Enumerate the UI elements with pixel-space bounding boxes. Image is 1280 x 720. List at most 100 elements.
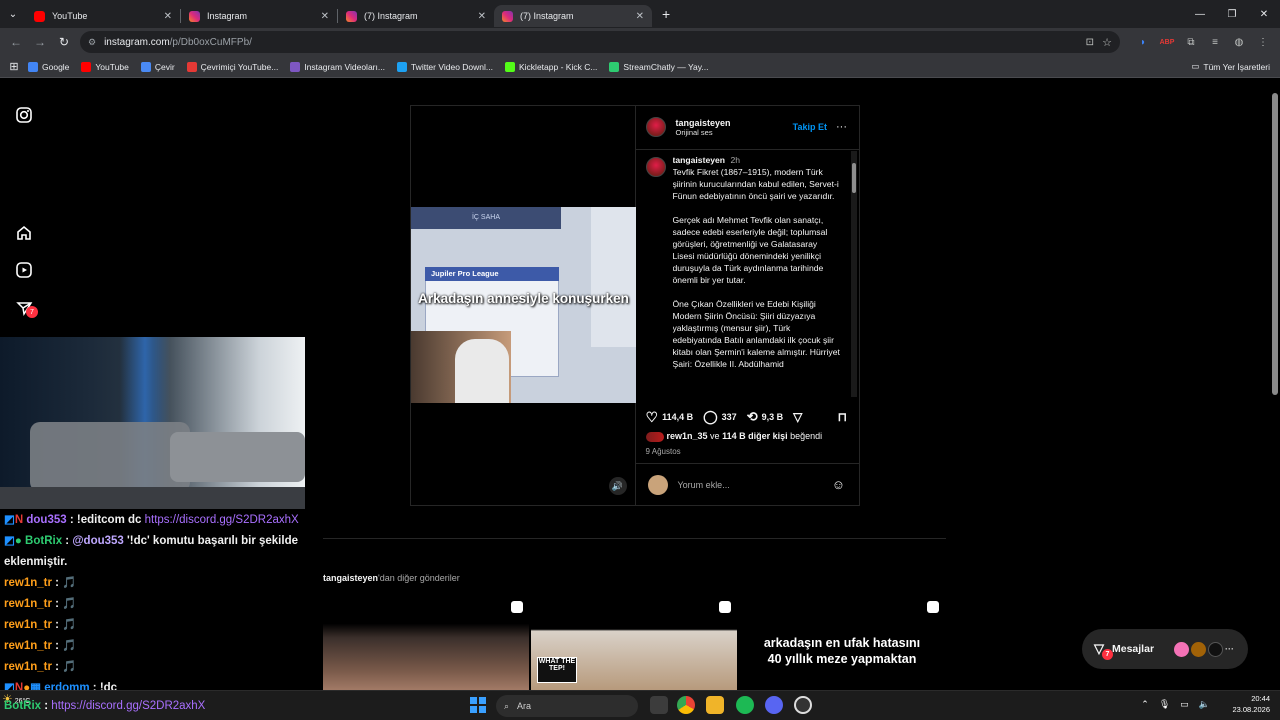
instagram-logo-icon[interactable] (15, 106, 33, 124)
spotify-icon[interactable] (736, 696, 754, 714)
bookmark-item[interactable]: Çevrimiçi YouTube... (186, 61, 278, 72)
close-tab-icon[interactable]: ✕ (636, 11, 644, 22)
chat-username[interactable]: rew1n_tr (4, 619, 52, 631)
chat-username[interactable]: rew1n_tr (4, 598, 52, 610)
all-bookmarks[interactable]: ▭ Tüm Yer İşaretleri (1191, 61, 1270, 72)
more-post-thumb[interactable] (323, 595, 529, 690)
home-icon[interactable] (15, 224, 33, 242)
bookmark-item[interactable]: Twitter Video Downl... (396, 61, 493, 72)
user-avatar[interactable] (645, 117, 666, 137)
post-video[interactable]: İÇ SAHA Jupiler Pro League Arkadaşın ann… (411, 106, 636, 505)
chat-username[interactable]: rew1n_tr (4, 577, 52, 589)
chat-username[interactable]: dou353 (26, 514, 66, 526)
task-view-icon[interactable] (650, 696, 668, 714)
back-icon[interactable]: ← (4, 35, 28, 49)
bookmark-item[interactable]: Google (28, 61, 70, 72)
media-icon[interactable]: ≡ (1206, 33, 1224, 51)
tab-instagram[interactable]: Instagram ✕ (181, 5, 337, 27)
youtube-icon (34, 10, 45, 22)
new-tab-button[interactable]: + (662, 6, 670, 22)
reload-icon[interactable]: ↻ (52, 35, 76, 49)
extension-icon[interactable]: ◗ (1134, 33, 1152, 51)
messages-badge: 7 (1102, 649, 1113, 660)
chrome-icon[interactable] (677, 696, 695, 714)
forward-icon[interactable]: → (28, 35, 52, 49)
bookmark-item[interactable]: YouTube (81, 61, 129, 72)
more-posts-user[interactable]: tangaisteyen (323, 573, 378, 583)
clock[interactable]: 20:44 23.08.2026 (1232, 693, 1270, 715)
taskbar-search[interactable]: ⌕ Ara (496, 695, 638, 717)
emoji-icon[interactable]: ☺ (832, 477, 845, 492)
extensions-icon[interactable]: ⧉ (1182, 33, 1200, 51)
follow-button[interactable]: Takip Et (793, 122, 827, 132)
bookmark-item[interactable]: Kickletapp - Kick C... (505, 61, 597, 72)
chat-sep: : (51, 661, 63, 673)
reels-icon[interactable] (15, 261, 33, 279)
tab-instagram-2[interactable]: (7) Instagram ✕ (338, 5, 494, 27)
more-options-icon[interactable]: ··· (836, 121, 847, 133)
chat-username[interactable]: rew1n_tr (4, 640, 52, 652)
close-window-icon[interactable]: ✕ (1248, 0, 1280, 28)
liked-by-user[interactable]: rew1n_35 (667, 431, 708, 441)
chat-username[interactable]: BotRix (4, 700, 41, 712)
tab-youtube[interactable]: YouTube ✕ (26, 5, 180, 27)
microphone-icon[interactable]: 🎙 (1159, 699, 1170, 710)
bookmark-star-icon[interactable]: ☆ (1102, 36, 1112, 49)
file-explorer-icon[interactable] (706, 696, 724, 714)
chat-link[interactable]: https://discord.gg/S2DR2axhX (51, 700, 205, 712)
caption-avatar[interactable] (645, 157, 666, 177)
more-post-thumb[interactable]: arkadaşın en ufak hatasını 40 yıllık mez… (739, 595, 945, 690)
comment-box[interactable]: Yorum ekle... ☺ (635, 463, 859, 505)
close-tab-icon[interactable]: ✕ (164, 11, 172, 22)
address-bar[interactable]: ⚙ instagram.com/p/Db0oxCuMFPb/ ⊡ ☆ (80, 31, 1120, 53)
install-app-icon[interactable]: ⊡ (1086, 37, 1094, 48)
share-icon[interactable]: ▽ (793, 410, 802, 424)
adblock-icon[interactable]: ABP (1158, 33, 1176, 51)
chat-link[interactable]: https://discord.gg/S2DR2axhX (145, 514, 299, 526)
more-post-thumb[interactable]: WHAT THE TEP! (531, 595, 737, 690)
tab-instagram-active[interactable]: (7) Instagram ✕ (494, 5, 652, 27)
minimize-icon[interactable]: — (1184, 0, 1216, 28)
obs-icon[interactable] (794, 696, 812, 714)
chat-text: eklenmiştir. (4, 556, 68, 568)
chat-username[interactable]: rew1n_tr (4, 661, 52, 673)
restore-icon[interactable]: ❐ (1216, 0, 1248, 28)
comment-icon[interactable]: ◯ (703, 409, 718, 425)
tray-chevron-icon[interactable]: ⌃ (1141, 699, 1149, 710)
post-audio[interactable]: Orijinal ses (676, 128, 731, 137)
search-icon: ⌕ (504, 700, 510, 711)
caption-scrollbar[interactable] (851, 151, 857, 397)
bookmark-item[interactable]: StreamChatly — Yay... (609, 61, 708, 72)
close-tab-icon[interactable]: ✕ (321, 11, 329, 22)
menu-icon[interactable]: ⋮ (1254, 33, 1272, 51)
post-username[interactable]: tangaisteyen (676, 118, 731, 128)
bookmark-item[interactable]: Instagram Videoları... (290, 61, 385, 72)
profile-icon[interactable]: ◍ (1230, 33, 1248, 51)
save-icon[interactable]: ⊓ (838, 410, 847, 424)
site-info-icon[interactable]: ⚙ (88, 37, 96, 48)
messages-button[interactable]: ▽ 7 Mesajlar ··· (1082, 629, 1248, 669)
comment-input[interactable]: Yorum ekle... (678, 480, 730, 490)
chat-mention[interactable]: @dou353 (72, 535, 123, 547)
video-header-text: İÇ SAHA (411, 207, 561, 229)
bookmark-item[interactable]: Çevir (140, 61, 175, 72)
bookmark-label: Google (42, 61, 70, 72)
close-tab-icon[interactable]: ✕ (478, 11, 486, 22)
chat-username[interactable]: BotRix (25, 535, 62, 547)
tab-search-icon[interactable]: ⌄ (0, 9, 26, 20)
volume-icon[interactable]: 🔈 (1199, 699, 1210, 710)
tab-title: (7) Instagram (364, 11, 418, 21)
page-scrollbar[interactable] (1270, 79, 1280, 690)
clock-time: 20:44 (1251, 694, 1270, 703)
liked-by-others[interactable]: 114 B diğer kişi (722, 431, 788, 441)
discord-icon[interactable] (765, 696, 783, 714)
windows-start-icon[interactable] (470, 697, 486, 713)
verified-icon: ● (14, 535, 26, 547)
repost-icon[interactable]: ⟲ (747, 409, 758, 425)
caption-username[interactable]: tangaisteyen (673, 155, 726, 165)
mute-toggle-icon[interactable]: 🔊 (608, 477, 627, 495)
instagram-icon (346, 10, 357, 22)
network-icon[interactable]: ▭ (1180, 699, 1189, 710)
apps-grid-icon[interactable]: ⊞ (0, 60, 28, 73)
like-icon[interactable]: ♡ (646, 409, 659, 426)
